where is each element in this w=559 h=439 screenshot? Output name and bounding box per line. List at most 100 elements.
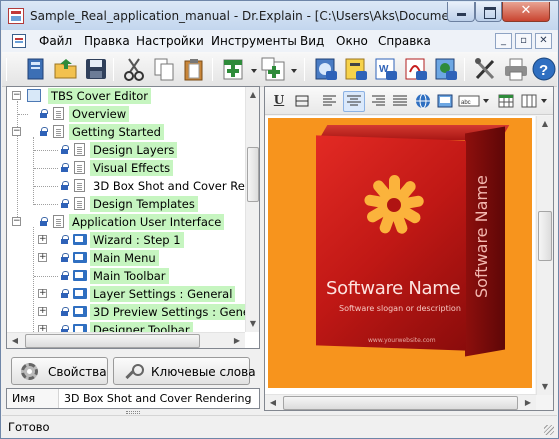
variable-icon[interactable]: abc	[458, 93, 482, 109]
mdi-close-button[interactable]: ✕	[535, 33, 552, 49]
keywords-tab[interactable]: Ключевые слова	[113, 357, 256, 385]
app-icon[interactable]	[8, 8, 24, 24]
scroll-right-icon[interactable]: ▶	[520, 395, 536, 410]
add-topic-icon[interactable]	[220, 56, 248, 83]
tree-guide-line	[18, 114, 28, 115]
scroll-thumb[interactable]	[25, 334, 200, 348]
align-right-icon[interactable]	[370, 93, 386, 109]
print-icon[interactable]	[502, 56, 530, 83]
copy-icon[interactable]	[150, 56, 178, 83]
cut-icon[interactable]	[120, 56, 148, 83]
export-web-icon[interactable]	[432, 56, 460, 83]
scroll-up-icon[interactable]: ▲	[246, 87, 259, 103]
tree-item-layer-settings[interactable]: + Layer Settings : General	[7, 285, 245, 303]
minimize-button[interactable]	[447, 2, 475, 22]
scroll-left-icon[interactable]: ◀	[265, 395, 281, 410]
export-html-icon[interactable]	[342, 56, 370, 83]
key-icon	[124, 364, 144, 380]
strikethrough-icon[interactable]	[295, 93, 311, 109]
tree-item-label: Designer Toolbar	[90, 322, 193, 332]
table-icon[interactable]	[498, 93, 514, 109]
paste-icon[interactable]	[180, 56, 208, 83]
menu-edit[interactable]: Правка	[84, 34, 130, 48]
columns-icon[interactable]	[521, 93, 537, 109]
open-folder-icon[interactable]	[52, 56, 80, 83]
mdi-minimize-button[interactable]: _	[495, 33, 512, 49]
menu-help[interactable]: Справка	[378, 34, 431, 48]
add-child-dropdown-icon[interactable]	[291, 69, 297, 73]
tree-item-main-menu[interactable]: + Main Menu	[7, 249, 245, 267]
menu-view[interactable]: Вид	[300, 34, 324, 48]
scroll-up-icon[interactable]: ▲	[537, 116, 553, 132]
align-left-icon[interactable]	[322, 93, 338, 109]
tree-item-wizard-step-1[interactable]: + Wizard : Step 1	[7, 231, 245, 249]
scroll-right-icon[interactable]: ▶	[229, 333, 245, 348]
maximize-button[interactable]	[475, 2, 502, 22]
tree-item-designer-toolbar[interactable]: + Designer Toolbar	[7, 321, 245, 332]
export-pdf-icon[interactable]	[402, 56, 430, 83]
export-chm-icon[interactable]	[312, 56, 340, 83]
scroll-down-icon[interactable]: ▼	[537, 379, 553, 395]
scroll-thumb[interactable]	[538, 211, 552, 261]
topic-tree[interactable]: − TBS Cover Editor Overview − Getting St…	[7, 87, 245, 332]
topic-tree-panel: − TBS Cover Editor Overview − Getting St…	[6, 86, 260, 349]
help-icon[interactable]: ?	[530, 56, 558, 83]
insert-dropdown-icon[interactable]	[483, 99, 489, 103]
tree-item-tbs-cover-editor[interactable]: − TBS Cover Editor	[7, 87, 245, 105]
close-button[interactable]: ✕	[502, 2, 550, 22]
menu-window[interactable]: Окно	[336, 34, 368, 48]
title-bar[interactable]: Sample_Real_application_manual - Dr.Expl…	[1, 1, 558, 30]
expand-icon[interactable]: +	[38, 325, 47, 332]
align-center-icon[interactable]	[346, 93, 362, 109]
image-icon[interactable]	[437, 93, 453, 109]
justify-icon[interactable]	[392, 93, 408, 109]
tree-item-design-templates[interactable]: Design Templates	[7, 195, 245, 213]
scroll-down-icon[interactable]: ▼	[246, 316, 259, 332]
properties-tab[interactable]: Свойства	[11, 357, 108, 385]
scroll-thumb[interactable]	[247, 147, 259, 202]
tree-item-label: Wizard : Step 1	[90, 232, 184, 248]
mdi-restore-button[interactable]: ▫	[515, 33, 532, 49]
menu-settings[interactable]: Настройки	[136, 34, 204, 48]
underline-icon[interactable]: U	[271, 93, 287, 109]
tree-item-main-toolbar[interactable]: Main Toolbar	[7, 267, 245, 285]
expand-icon[interactable]: +	[38, 307, 47, 316]
add-topic-dropdown-icon[interactable]	[251, 69, 257, 73]
splitter-grip[interactable]	[126, 411, 140, 414]
property-name-value[interactable]: 3D Box Shot and Cover Rendering	[64, 392, 251, 405]
scroll-thumb[interactable]	[283, 396, 518, 410]
tree-item-3d-preview-settings[interactable]: + 3D Preview Settings : General	[7, 303, 245, 321]
editor-canvas[interactable]: Software Name Software slogan or descrip…	[265, 116, 535, 395]
save-icon[interactable]	[82, 56, 110, 83]
main-toolbar: W ?	[2, 52, 557, 87]
tree-item-3d-box-shot[interactable]: 3D Box Shot and Cover Rend	[7, 177, 245, 195]
tree-item-visual-effects[interactable]: Visual Effects	[7, 159, 245, 177]
scroll-left-icon[interactable]: ◀	[7, 333, 23, 348]
lock-icon	[61, 325, 69, 332]
add-child-topic-icon[interactable]	[260, 56, 288, 83]
menu-file[interactable]: Файл	[39, 34, 72, 48]
tree-item-label: Layer Settings : General	[90, 286, 236, 302]
editor-vertical-scrollbar[interactable]: ▲ ▼	[536, 116, 553, 395]
tree-item-application-ui[interactable]: − Application User Interface	[7, 213, 245, 231]
tree-vertical-scrollbar[interactable]: ▲ ▼	[245, 87, 259, 332]
collapse-icon[interactable]: −	[12, 127, 21, 136]
editor-horizontal-scrollbar[interactable]: ◀ ▶	[265, 394, 536, 410]
menu-tools[interactable]: Инструменты	[211, 34, 297, 48]
export-word-icon[interactable]: W	[372, 56, 400, 83]
resize-grip[interactable]	[544, 425, 554, 435]
collapse-icon[interactable]: −	[12, 91, 21, 100]
expand-icon[interactable]: +	[38, 289, 47, 298]
document-icon[interactable]	[12, 34, 26, 48]
project-icon[interactable]	[22, 56, 50, 83]
collapse-icon[interactable]: −	[12, 217, 21, 226]
expand-icon[interactable]: +	[38, 253, 47, 262]
tree-horizontal-scrollbar[interactable]: ◀ ▶	[7, 332, 245, 348]
tools-icon[interactable]	[472, 56, 500, 83]
expand-icon[interactable]: +	[38, 235, 47, 244]
link-icon[interactable]	[415, 93, 431, 109]
tree-item-design-layers[interactable]: Design Layers	[7, 141, 245, 159]
tree-item-overview[interactable]: Overview	[7, 105, 245, 123]
toolbar-overflow-icon[interactable]	[541, 99, 547, 103]
tree-item-getting-started[interactable]: − Getting Started	[7, 123, 245, 141]
